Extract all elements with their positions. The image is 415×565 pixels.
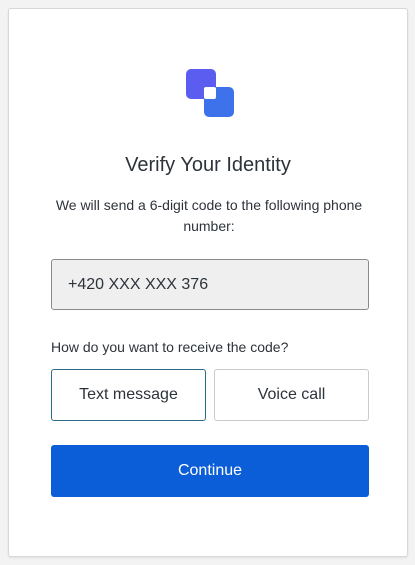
verification-card: Verify Your Identity We will send a 6-di… xyxy=(8,8,408,557)
instruction-text: We will send a 6-digit code to the follo… xyxy=(55,197,363,234)
brand-logo-icon xyxy=(186,69,234,117)
continue-button[interactable]: Continue xyxy=(51,445,369,497)
phone-number-field: +420 XXX XXX 376 xyxy=(51,259,369,310)
voice-call-option[interactable]: Voice call xyxy=(214,369,369,421)
delivery-method-question: How do you want to receive the code? xyxy=(51,339,289,355)
text-message-option[interactable]: Text message xyxy=(51,369,206,421)
page-title: Verify Your Identity xyxy=(125,154,291,176)
